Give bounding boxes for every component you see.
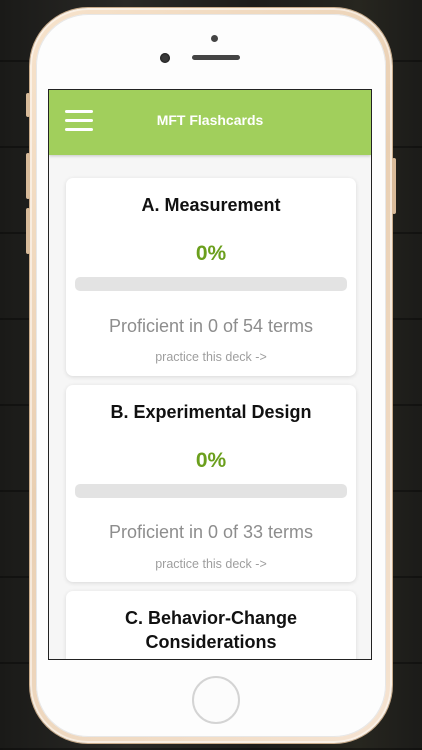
deck-title: C. Behavior-Change Considerations [124,608,298,652]
earpiece-speaker [192,55,240,60]
deck-progress-bar [75,484,347,498]
volume-down-button [26,208,30,254]
app-title: MFT Flashcards [156,112,264,128]
proximity-sensor [211,35,218,42]
deck-percent: 0% [195,449,227,472]
home-button[interactable] [192,676,240,724]
deck-proficiency: Proficient in 0 of 54 terms [108,316,314,336]
deck-progress-bar [75,277,347,291]
practice-deck-link[interactable]: practice this deck -> [66,557,356,571]
deck-title: B. Experimental Design [110,402,312,422]
practice-deck-link[interactable]: practice this deck -> [66,350,356,364]
deck-percent: 0% [195,242,227,265]
menu-line [65,128,93,131]
deck-title: A. Measurement [141,195,281,215]
mute-switch [26,93,30,117]
app-bar: MFT Flashcards [49,90,371,155]
deck-card-behavior-change[interactable]: C. Behavior-Change Considerations [66,591,356,659]
deck-card-measurement[interactable]: A. Measurement 0% Proficient in 0 of 54 … [66,178,356,376]
front-camera [160,53,170,63]
deck-proficiency: Proficient in 0 of 33 terms [108,522,314,542]
power-button [392,158,396,214]
deck-card-experimental-design[interactable]: B. Experimental Design 0% Proficient in … [66,385,356,582]
app-screen: MFT Flashcards A. Measurement 0% Profici… [48,89,372,660]
volume-up-button [26,153,30,199]
